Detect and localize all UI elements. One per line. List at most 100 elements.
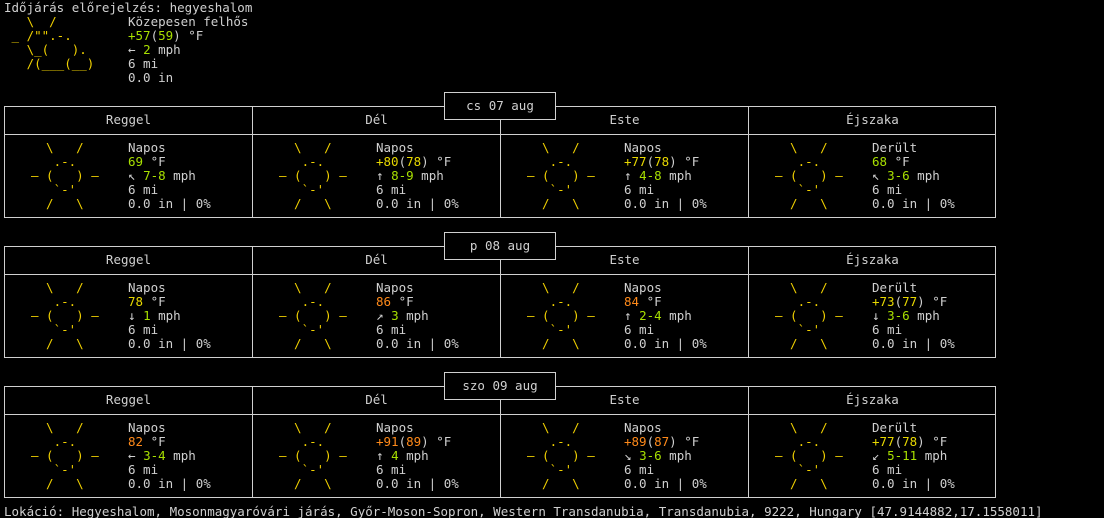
forecast-info: Napos 82 °F ← 3-4 mph 6 mi 0.0 in | 0% [128,421,211,491]
precipitation: 0.0 in | 0% [872,476,955,491]
condition-text: Napos [624,280,662,295]
sun-art-line: / \ [31,476,99,491]
wind-unit: mph [398,448,429,463]
sun-art-line: .-. [279,294,347,309]
sun-art-line: / \ [279,196,347,211]
temperature: 78 °F [128,295,211,309]
sun-art-line: `-' [775,322,843,337]
condition-text: Derült [872,140,918,155]
temp-unit: °F [180,28,204,43]
wind-unit: mph [661,168,692,183]
wind-unit: mph [150,308,181,323]
sun-icon: \ / .-. ― ( ) ― `-' / \ [527,141,595,211]
wind-speed: 5-11 [887,448,918,463]
sun-art-line: ― ( ) ― [279,168,347,183]
temp-unit: °F [428,154,452,169]
period-header: Reggel [105,392,152,407]
temp-unit: °F [639,294,662,309]
forecast-cell: \ / .-. ― ( ) ― `-' / \ Derült 68 °F ↖ 3-6… [749,141,996,213]
wind-speed: 4-8 [639,168,662,183]
sun-art-line: `-' [279,182,347,197]
condition-text: Napos [128,280,166,295]
wind: ↓ 3-6 mph [872,309,955,323]
wind-unit: mph [398,308,429,323]
sun-art-line: / \ [527,476,595,491]
sun-icon: \ / .-. ― ( ) ― `-' / \ [527,281,595,351]
visibility: 6 mi [872,182,903,197]
sun-art-line: \ / [527,140,595,155]
date-label: p 08 aug [444,232,556,260]
visibility: 6 mi [624,182,655,197]
temp-value: 68 [872,154,888,169]
precipitation: 0.0 in | 0% [872,336,955,351]
visibility: 6 mi [624,462,655,477]
forecast-cell: \ / .-. ― ( ) ― `-' / \ Derült +77(78) °F… [749,421,996,493]
sun-icon: \ / .-. ― ( ) ― `-' / \ [775,421,843,491]
sun-art-line: ― ( ) ― [31,308,99,323]
cloud-art-line: _ /"".-. [4,28,110,43]
sun-icon: \ / .-. ― ( ) ― `-' / \ [31,141,99,211]
temp-unit: °F [391,294,414,309]
visibility: 6 mi [376,322,407,337]
precipitation: 0.0 in | 0% [376,336,459,351]
sun-art-line: ― ( ) ― [775,168,843,183]
sun-art-line: .-. [279,434,347,449]
current-wind: ← 2 mph [128,43,181,57]
sun-icon: \ / .-. ― ( ) ― `-' / \ [527,421,595,491]
wind-speed: 8-9 [391,168,414,183]
sun-icon: \ / .-. ― ( ) ― `-' / \ [31,421,99,491]
temp-unit: °F [924,294,948,309]
visibility: 6 mi [128,182,159,197]
forecast-info: Napos +91(89) °F ↑ 4 mph 6 mi 0.0 in | 0% [376,421,459,491]
sun-art-line: \ / [775,280,843,295]
wind-arrow-icon: ↗ [376,308,384,323]
period-header: Reggel [105,112,152,127]
wind-arrow-icon: ← [128,448,136,463]
wind: ← 3-4 mph [128,449,211,463]
forecast-cell: \ / .-. ― ( ) ― `-' / \ Napos +89(87) °F ↘… [501,421,748,493]
temp-unit: °F [143,434,166,449]
visibility: 6 mi [376,182,407,197]
wind-speed: 3-6 [887,168,910,183]
wind-arrow-icon: ↖ [872,168,880,183]
wind: ↑ 8-9 mph [376,169,459,183]
date-label: cs 07 aug [444,92,556,120]
sun-art-line: / \ [527,196,595,211]
sun-art-line: .-. [775,294,843,309]
wind-speed: 7-8 [143,168,166,183]
day-table: Reggel Dél Este Éjszaka \ / .-. ― ( ) ― `-'… [4,106,996,218]
sun-art-line: ― ( ) ― [31,448,99,463]
forecast-cell: \ / .-. ― ( ) ― `-' / \ Napos 78 °F ↓ 1 mp… [5,281,252,353]
visibility: 6 mi [872,322,903,337]
forecast-cell: \ / .-. ― ( ) ― `-' / \ Napos +91(89) °F ↑… [253,421,500,493]
period-header: Éjszaka [846,112,899,127]
precipitation: 0.0 in | 0% [376,476,459,491]
visibility: 6 mi [128,322,159,337]
wind: ↑ 4-8 mph [624,169,707,183]
wind-speed: 3-4 [143,448,166,463]
sun-art-line: ― ( ) ― [527,448,595,463]
precipitation: 0.0 in | 0% [376,196,459,211]
sun-icon: \ / .-. ― ( ) ― `-' / \ [31,281,99,351]
wind-unit: mph [165,448,196,463]
day-table: Reggel Dél Este Éjszaka \ / .-. ― ( ) ― `-'… [4,246,996,358]
wind: ↗ 3 mph [376,309,459,323]
sun-art-line: \ / [31,140,99,155]
temperature: +80(78) °F [376,154,452,169]
sun-art-line: `-' [279,462,347,477]
wind-unit: mph [165,168,196,183]
current-condition: Közepesen felhős [128,14,249,29]
sun-art-line: ― ( ) ― [775,308,843,323]
temperature: +89(87) °F [624,434,700,449]
sun-art-line: `-' [775,462,843,477]
sun-art-line: / \ [31,336,99,351]
temperature: +77(78) °F [872,434,948,449]
sun-art-line: \ / [31,420,99,435]
sun-icon: \ / .-. ― ( ) ― `-' / \ [279,141,347,211]
sun-art-line: \ / [775,140,843,155]
wind-arrow-icon: ← [128,42,136,57]
sun-art-line: .-. [279,154,347,169]
temp-unit: °F [143,154,166,169]
temp-value: +77 [872,434,895,449]
sun-art-line: \ / [527,280,595,295]
